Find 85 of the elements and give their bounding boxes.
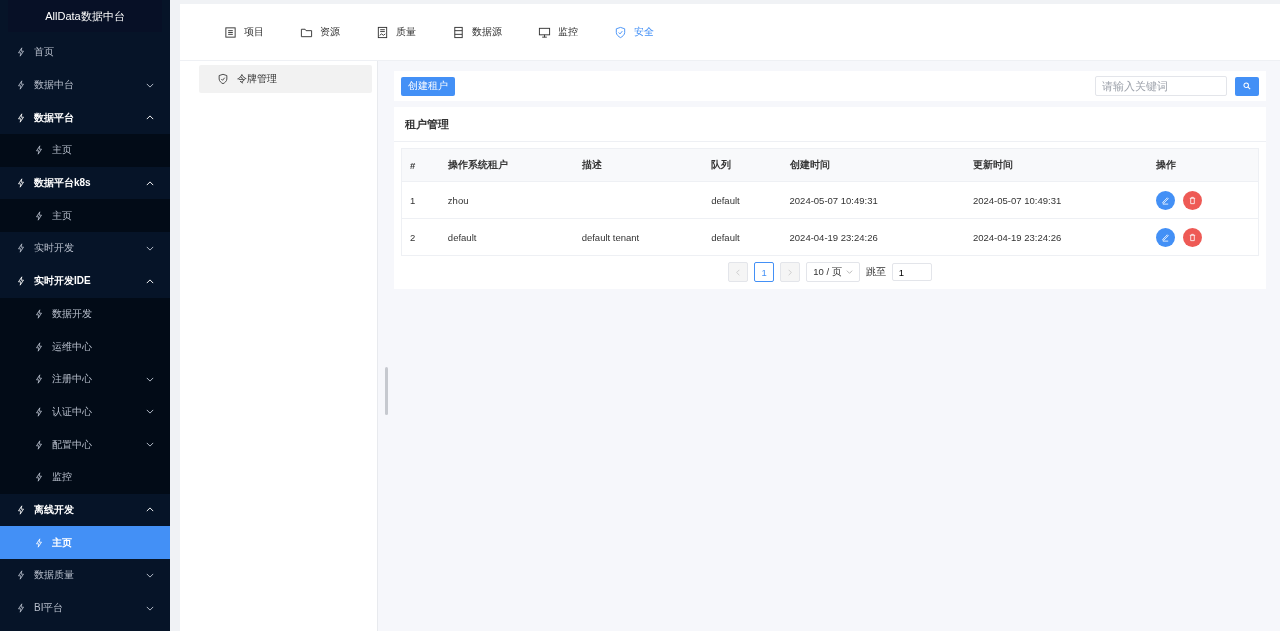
table-cell: 2024-04-19 23:24:26 (789, 231, 878, 243)
lightning-icon (16, 603, 26, 614)
sidebar-item[interactable]: 配置中心 (0, 428, 170, 461)
column-header: 操作 (1148, 148, 1259, 182)
sidebar-item[interactable]: 注册中心 (0, 362, 170, 396)
nav-tab[interactable]: 数据源 (452, 25, 502, 39)
app-title: AllData数据中台 (8, 0, 162, 32)
nav-tab[interactable]: 资源 (300, 25, 340, 39)
lightning-icon (34, 374, 44, 385)
sidebar-item[interactable]: 数据平台 (0, 101, 170, 135)
sidebar-item[interactable]: BI平台 (0, 591, 170, 625)
table-cell: 2 (410, 231, 416, 243)
table-cell: 2024-04-19 23:24:26 (973, 231, 1062, 243)
table-cell: zhou (447, 194, 469, 206)
sidebar-item[interactable]: 实时开发 (0, 232, 170, 265)
nav-tab[interactable]: 项目 (224, 25, 264, 39)
sidebar-item[interactable]: 实时开发IDE (0, 264, 170, 298)
jump-field[interactable]: 1 (891, 263, 932, 281)
page-size-select[interactable]: 10 / 页 (806, 262, 860, 282)
sidebar-item[interactable]: 离线开发 (0, 493, 170, 527)
sidebar-item[interactable]: 认证中心 (0, 395, 170, 429)
resize-handle[interactable] (385, 367, 388, 415)
edit-button[interactable] (1156, 227, 1176, 247)
table-cell: 2024-05-07 10:49:31 (789, 194, 878, 206)
table-title: 租户管理 (394, 107, 1266, 142)
sidebar-item[interactable]: 主页 (0, 199, 170, 233)
document-icon (376, 25, 389, 39)
nav-tab[interactable]: 质量 (376, 25, 416, 39)
sidebar-item[interactable]: 数据开发 (0, 297, 170, 331)
lightning-icon (16, 570, 26, 581)
table-cell: 1 (410, 194, 416, 206)
search-button[interactable] (1235, 76, 1259, 96)
column-header: 队列 (703, 148, 782, 182)
sidebar-item[interactable]: 主页 (0, 134, 170, 167)
lightning-icon (16, 243, 26, 254)
search-field[interactable]: 请输入关键词 (1095, 76, 1227, 96)
lightning-icon (16, 276, 26, 287)
menu-item[interactable]: 令牌管理 (199, 65, 372, 93)
server-icon (452, 25, 465, 39)
lightning-icon (34, 308, 44, 319)
trash-icon (1188, 195, 1198, 205)
lightning-icon (16, 112, 26, 123)
lightning-icon (34, 406, 44, 417)
table-cell: default tenant (581, 231, 640, 243)
sidebar-item[interactable]: 运维中心 (0, 330, 170, 363)
shield-icon (614, 25, 627, 39)
table-cell: default (447, 231, 477, 243)
chevron-right-icon (788, 268, 793, 276)
lightning-icon (34, 439, 44, 450)
trash-icon (1188, 232, 1198, 242)
delete-button[interactable] (1183, 190, 1203, 210)
lightning-icon (34, 537, 44, 548)
monitor-icon (538, 25, 551, 39)
pencil-icon (1161, 232, 1171, 242)
lightning-icon (34, 210, 44, 221)
table-cell: default (711, 231, 740, 243)
sidebar-item[interactable]: 数据平台k8s (0, 166, 170, 200)
jump-label: 跳至 (865, 265, 886, 279)
table-cell: default (711, 194, 740, 206)
chevron-left-icon (736, 268, 741, 276)
column-header: 描述 (573, 148, 704, 182)
delete-button[interactable] (1183, 227, 1203, 247)
lightning-icon (34, 341, 44, 352)
column-header: 更新时间 (965, 148, 1149, 182)
nav-tab[interactable]: 监控 (538, 25, 578, 39)
sidebar-item[interactable]: 监控 (0, 460, 170, 494)
shield-icon (217, 73, 229, 85)
lightning-icon (34, 145, 44, 156)
list-icon (224, 25, 237, 39)
sidebar-item[interactable]: 首页 (0, 36, 170, 69)
search-icon (1243, 82, 1251, 90)
column-header: 创建时间 (781, 148, 965, 182)
column-header: 操作系统租户 (439, 148, 574, 182)
lightning-icon (16, 47, 26, 58)
lightning-icon (16, 504, 26, 515)
sidebar-item[interactable]: 数据中台 (0, 68, 170, 102)
pencil-icon (1161, 195, 1171, 205)
column-header: # (401, 148, 440, 182)
lightning-icon (16, 80, 26, 91)
lightning-icon (16, 178, 26, 189)
edit-button[interactable] (1156, 190, 1176, 210)
lightning-icon (34, 472, 44, 483)
table-cell: 2024-05-07 10:49:31 (973, 194, 1062, 206)
chevron-down-icon (845, 270, 853, 274)
sidebar-item[interactable]: 数据质量 (0, 559, 170, 592)
